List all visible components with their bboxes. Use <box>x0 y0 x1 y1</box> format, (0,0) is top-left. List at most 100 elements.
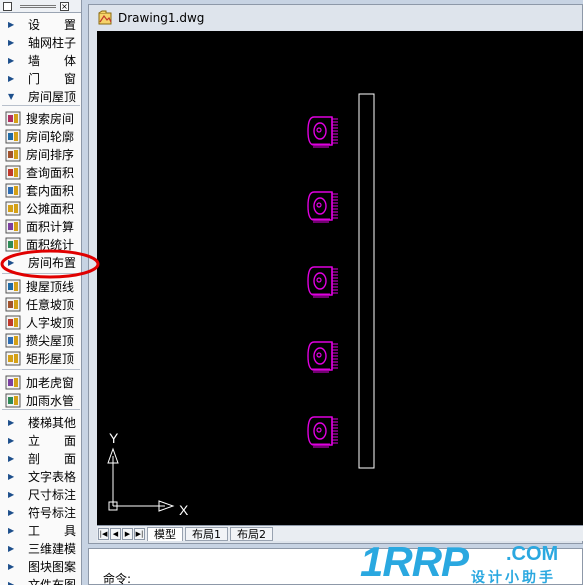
palette-item[interactable]: ▶ 三维建模 <box>0 539 81 557</box>
drawing-canvas[interactable]: Y X <box>97 31 583 525</box>
palette-item-label: 房间轮廓 <box>26 129 75 144</box>
palette-item[interactable]: ▶ 楼梯其他 <box>0 413 81 431</box>
document-title: Drawing1.dwg <box>118 11 205 25</box>
palette-header: × <box>0 0 81 13</box>
chevron-right-icon: ▶ <box>8 489 15 499</box>
palette-item-label: 加老虎窗 <box>26 375 75 390</box>
palette-item[interactable]: 房间轮廓 <box>0 127 81 145</box>
chevron-right-icon: ▶ <box>8 525 15 535</box>
palette-item-label: 矩形屋顶 <box>26 351 75 366</box>
shared-area-icon <box>5 201 21 215</box>
palette-item[interactable]: 面积计算 <box>0 217 81 235</box>
toilet-fixture[interactable] <box>307 341 338 373</box>
palette-separator <box>2 369 80 370</box>
palette-item[interactable]: 搜索房间 <box>0 109 81 127</box>
palette-item[interactable]: ▶ 门窗 <box>0 69 81 87</box>
axis-x-label: X <box>179 502 189 518</box>
palette-item-label: 搜屋顶线 <box>26 279 75 294</box>
roof-line-icon <box>5 279 21 293</box>
ucs-icon <box>107 447 175 512</box>
palette-item-label: 文件布图 <box>28 577 77 585</box>
palette-item[interactable]: ▶ 符号标注 <box>0 503 81 521</box>
palette-item-label: 尺寸标注 <box>28 487 77 502</box>
toilet-fixture[interactable] <box>307 266 338 298</box>
palette-item-label: 工具 <box>28 523 76 538</box>
palette-item[interactable]: ▶ 轴网柱子 <box>0 33 81 51</box>
palette-item-label: 人字坡顶 <box>26 315 75 330</box>
watermark-brand: 1RRP <box>360 538 470 585</box>
palette-item[interactable]: 任意坡顶 <box>0 295 81 313</box>
watermark-tagline: 设计小助手 <box>471 569 556 585</box>
tab-model[interactable]: 模型 <box>147 526 183 541</box>
palette-item[interactable]: ▶ 尺寸标注 <box>0 485 81 503</box>
watermark-suffix: .COM <box>506 543 558 565</box>
palette-item[interactable]: 套内面积 <box>0 181 81 199</box>
palette-item[interactable]: ▶ 文件布图 <box>0 575 81 585</box>
wall-rectangle[interactable] <box>358 93 375 469</box>
palette-item[interactable]: ▶ 剖面 <box>0 449 81 467</box>
any-slope-icon <box>5 297 21 311</box>
palette-item-label: 房间排序 <box>26 147 75 162</box>
palette-item-label: 楼梯其他 <box>28 415 77 430</box>
palette-item[interactable]: 房间排序 <box>0 145 81 163</box>
palette-item[interactable]: ▶ 文字表格 <box>0 467 81 485</box>
palette-item-label: 符号标注 <box>28 505 77 520</box>
palette-item[interactable]: ▶ 工具 <box>0 521 81 539</box>
tab-layout1[interactable]: 布局1 <box>185 526 228 541</box>
highlight-ellipse <box>0 249 100 279</box>
palette-item-label: 门窗 <box>28 71 76 86</box>
palette-item[interactable]: ▶ 墙体 <box>0 51 81 69</box>
chevron-right-icon: ▶ <box>8 37 15 47</box>
palette-item[interactable]: ▶ 立面 <box>0 431 81 449</box>
palette-minimize-icon[interactable] <box>3 2 12 11</box>
toilet-fixture[interactable] <box>307 416 338 448</box>
palette-item[interactable]: ▶ 图块图案 <box>0 557 81 575</box>
palette-item[interactable]: 加老虎窗 <box>0 373 81 391</box>
command-prompt: 命令: <box>103 572 132 585</box>
area-calc-icon <box>5 219 21 233</box>
palette-item-label: 设置 <box>28 17 76 32</box>
toilet-fixture[interactable] <box>307 116 338 148</box>
chevron-right-icon: ▶ <box>8 507 15 517</box>
chevron-down-icon: ▼ <box>8 91 15 101</box>
chevron-right-icon: ▶ <box>8 561 15 571</box>
dwg-file-icon <box>98 10 112 25</box>
document-titlebar[interactable]: Drawing1.dwg <box>89 5 582 31</box>
palette-item[interactable]: ▶ 设置 <box>0 15 81 33</box>
chevron-right-icon: ▶ <box>8 471 15 481</box>
toilet-fixture[interactable] <box>307 191 338 223</box>
rect-roof-icon <box>5 351 21 365</box>
tab-nav-button[interactable]: ◀ <box>110 527 121 540</box>
tab-nav-button[interactable]: ▶ <box>122 527 133 540</box>
palette-item-label: 查询面积 <box>26 165 75 180</box>
palette-item[interactable]: 攒尖屋顶 <box>0 331 81 349</box>
tab-nav-button[interactable]: ▶| <box>134 527 145 540</box>
chevron-right-icon: ▶ <box>8 453 15 463</box>
palette-separator <box>2 105 80 106</box>
palette-item-label: 加雨水管 <box>26 393 75 408</box>
tab-layout2[interactable]: 布局2 <box>230 526 273 541</box>
room-sort-icon <box>5 147 21 161</box>
palette-item-label: 图块图案 <box>28 559 77 574</box>
drawing-window: Drawing1.dwg Y X |◀ ◀ ▶ ▶| 模型 布局1 布局2 <box>88 4 583 544</box>
watermark-logo: 1RRP .COM 设计小助手 <box>358 536 580 585</box>
chevron-right-icon: ▶ <box>8 19 15 29</box>
palette-item[interactable]: 人字坡顶 <box>0 313 81 331</box>
palette-close-icon[interactable]: × <box>60 2 69 11</box>
palette-item-label: 攒尖屋顶 <box>26 333 75 348</box>
tool-palette: × ▶ 设置 ▶ 轴网柱子 ▶ 墙体 ▶ 门窗 ▼ 房间屋顶 搜索房间 房间轮廓 房间排序 查询面积 套内面… <box>0 0 82 585</box>
chevron-right-icon: ▶ <box>8 73 15 83</box>
palette-item-label: 房间屋顶 <box>28 89 77 104</box>
palette-item[interactable]: 公摊面积 <box>0 199 81 217</box>
room-outline-icon <box>5 129 21 143</box>
palette-item-label: 三维建模 <box>28 541 77 556</box>
palette-item[interactable]: 查询面积 <box>0 163 81 181</box>
palette-item[interactable]: 矩形屋顶 <box>0 349 81 367</box>
tab-nav-button[interactable]: |◀ <box>98 527 109 540</box>
inner-area-icon <box>5 183 21 197</box>
palette-grip-icon[interactable] <box>20 5 56 8</box>
chevron-right-icon: ▶ <box>8 55 15 65</box>
palette-item[interactable]: ▼ 房间屋顶 <box>0 87 81 105</box>
palette-item-label: 文字表格 <box>28 469 77 484</box>
palette-item[interactable]: 加雨水管 <box>0 391 81 409</box>
